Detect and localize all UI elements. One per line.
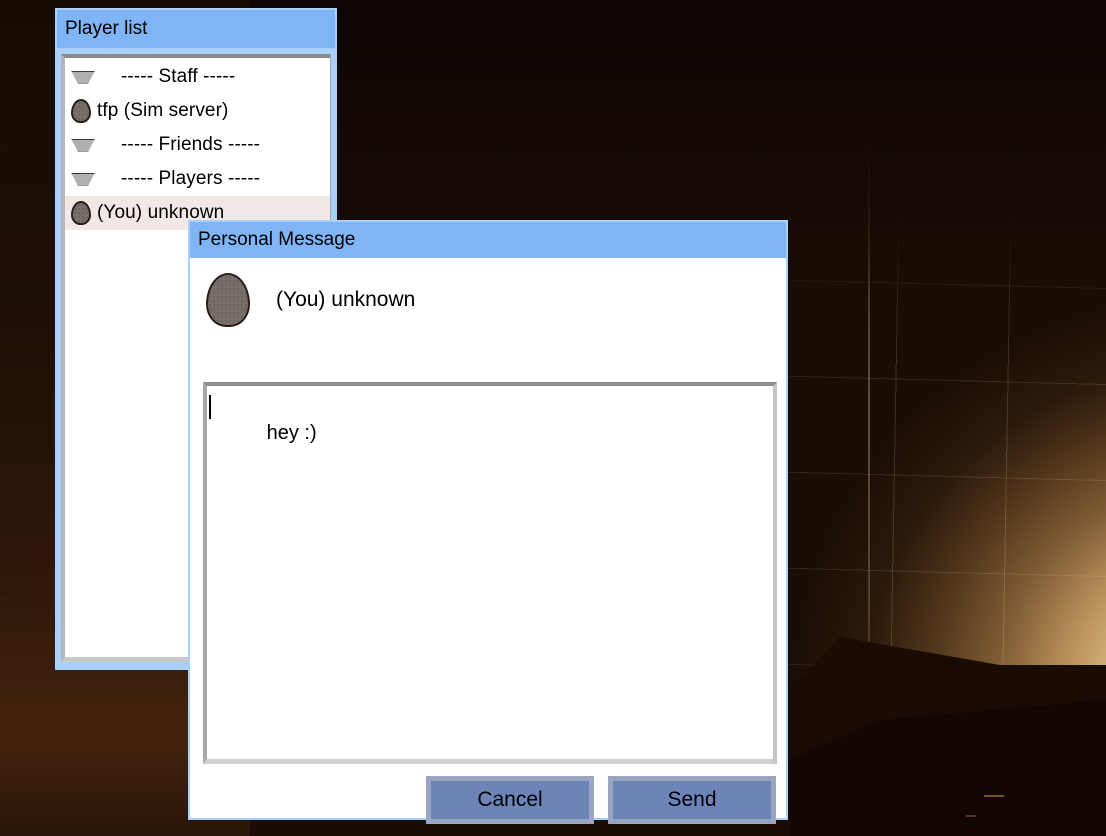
- collapse-triangle-icon[interactable]: [71, 172, 95, 186]
- avatar-head-icon: [71, 201, 91, 225]
- avatar-head-icon: [71, 99, 91, 123]
- scene-highlight-glint: [984, 795, 1004, 797]
- personal-message-body: (You) unknown hey :) Cancel Send: [190, 258, 786, 824]
- player-list-item[interactable]: ----- Friends -----: [65, 128, 330, 162]
- player-list-item-label: tfp (Sim server): [97, 100, 229, 121]
- recipient-row: (You) unknown: [190, 258, 786, 342]
- personal-message-titlebar[interactable]: Personal Message: [190, 222, 786, 258]
- personal-message-dialog: Personal Message (You) unknown hey :) Ca…: [188, 220, 788, 824]
- collapse-triangle-icon[interactable]: [71, 70, 95, 84]
- scene-highlight-glint-2: [966, 815, 976, 817]
- message-value: hey :): [266, 422, 317, 444]
- player-list-item-label: ----- Friends -----: [121, 134, 261, 155]
- text-caret: [209, 395, 211, 419]
- send-button[interactable]: Send: [608, 776, 776, 824]
- dialog-button-row: Cancel Send: [190, 776, 786, 824]
- player-list-item-label: ----- Staff -----: [121, 66, 236, 87]
- message-input[interactable]: hey :): [203, 382, 777, 764]
- player-list-item[interactable]: ----- Players -----: [65, 162, 330, 196]
- player-list-item-label: ----- Players -----: [121, 168, 261, 189]
- collapse-triangle-icon[interactable]: [71, 138, 95, 152]
- player-list-item[interactable]: ----- Staff -----: [65, 60, 330, 94]
- player-list-rows: ----- Staff ----- tfp (Sim server) ----- F…: [65, 58, 330, 230]
- player-list-titlebar[interactable]: Player list: [57, 10, 335, 48]
- recipient-name: (You) unknown: [276, 288, 416, 311]
- cancel-button[interactable]: Cancel: [426, 776, 594, 824]
- screen: Player list ----- Staff ----- tfp (Sim se…: [0, 0, 1106, 836]
- player-list-item[interactable]: tfp (Sim server): [65, 94, 330, 128]
- avatar-head-icon: [206, 273, 250, 327]
- message-text[interactable]: hey :): [207, 386, 773, 472]
